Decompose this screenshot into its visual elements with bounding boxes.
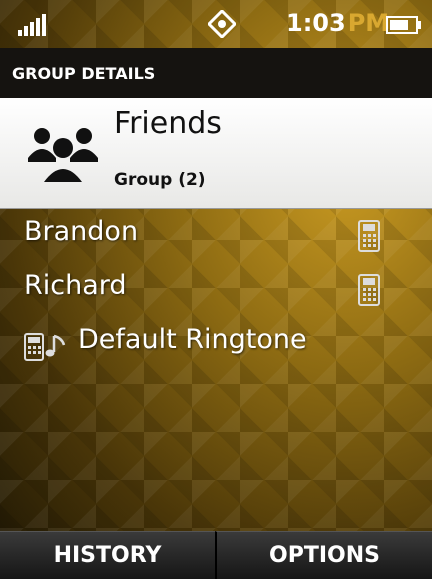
clock-time: 1:03 (286, 9, 346, 37)
group-header[interactable]: Friends Group (2) (0, 98, 432, 209)
ringtone-icon (24, 333, 66, 361)
clock-ampm: PM (347, 9, 390, 37)
signal-bars-icon (18, 14, 46, 36)
mobile-phone-icon (358, 274, 380, 306)
member-name: Brandon (24, 216, 139, 247)
status-bar: 1:03PM (0, 0, 432, 48)
title-bar: GROUP DETAILS (0, 48, 432, 98)
page-title: GROUP DETAILS (12, 63, 156, 83)
mobile-phone-icon (358, 220, 380, 252)
history-softkey[interactable]: HISTORY (0, 531, 215, 579)
ringtone-label: Default Ringtone (78, 324, 307, 355)
member-name: Richard (24, 270, 127, 301)
options-softkey[interactable]: OPTIONS (215, 531, 432, 579)
group-name: Friends (114, 106, 222, 141)
gps-icon (208, 10, 236, 38)
member-item-richard[interactable]: Richard (0, 264, 432, 314)
group-member-count: Group (2) (114, 170, 206, 190)
group-people-icon (28, 128, 98, 182)
softkey-bar: HISTORY OPTIONS (0, 531, 432, 579)
group-details-screen: 1:03PM GROUP DETAILS Friends Group (2) B… (0, 0, 432, 579)
ringtone-item[interactable]: Default Ringtone (0, 320, 432, 370)
member-item-brandon[interactable]: Brandon (0, 210, 432, 260)
clock: 1:03PM (286, 9, 389, 37)
battery-icon (386, 16, 421, 34)
